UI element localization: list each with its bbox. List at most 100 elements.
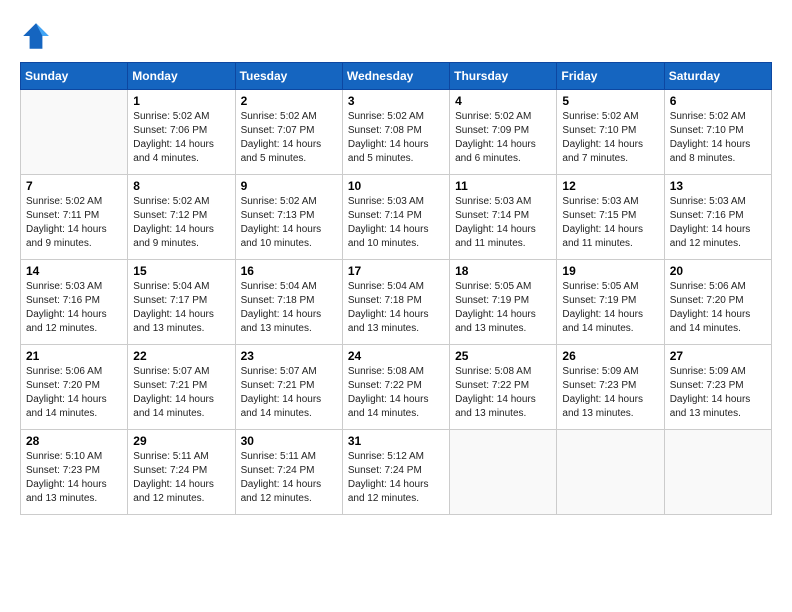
- calendar-cell: 7 Sunrise: 5:02 AM Sunset: 7:11 PM Dayli…: [21, 175, 128, 260]
- day-number: 15: [133, 264, 229, 278]
- sunset: Sunset: 7:10 PM: [562, 125, 636, 136]
- sunset: Sunset: 7:24 PM: [133, 465, 207, 476]
- daylight: Daylight: 14 hours and 5 minutes.: [348, 139, 429, 164]
- sunrise: Sunrise: 5:09 AM: [562, 366, 638, 377]
- sunset: Sunset: 7:06 PM: [133, 125, 207, 136]
- day-info: Sunrise: 5:02 AM Sunset: 7:10 PM Dayligh…: [562, 110, 658, 166]
- sunset: Sunset: 7:23 PM: [562, 380, 636, 391]
- calendar-cell: 14 Sunrise: 5:03 AM Sunset: 7:16 PM Dayl…: [21, 260, 128, 345]
- day-number: 7: [26, 179, 122, 193]
- sunrise: Sunrise: 5:11 AM: [133, 451, 208, 462]
- daylight: Daylight: 14 hours and 13 minutes.: [455, 309, 536, 334]
- sunrise: Sunrise: 5:03 AM: [670, 196, 746, 207]
- sunrise: Sunrise: 5:05 AM: [455, 281, 531, 292]
- calendar-cell: 22 Sunrise: 5:07 AM Sunset: 7:21 PM Dayl…: [128, 345, 235, 430]
- logo: [20, 20, 56, 52]
- daylight: Daylight: 14 hours and 14 minutes.: [241, 394, 322, 419]
- calendar-cell: 20 Sunrise: 5:06 AM Sunset: 7:20 PM Dayl…: [664, 260, 771, 345]
- day-info: Sunrise: 5:03 AM Sunset: 7:15 PM Dayligh…: [562, 195, 658, 251]
- sunset: Sunset: 7:19 PM: [562, 295, 636, 306]
- sunrise: Sunrise: 5:07 AM: [241, 366, 317, 377]
- sunrise: Sunrise: 5:04 AM: [348, 281, 424, 292]
- day-number: 11: [455, 179, 551, 193]
- sunset: Sunset: 7:07 PM: [241, 125, 315, 136]
- day-number: 22: [133, 349, 229, 363]
- daylight: Daylight: 14 hours and 13 minutes.: [348, 309, 429, 334]
- day-info: Sunrise: 5:03 AM Sunset: 7:14 PM Dayligh…: [455, 195, 551, 251]
- calendar-cell: 11 Sunrise: 5:03 AM Sunset: 7:14 PM Dayl…: [450, 175, 557, 260]
- calendar-cell: 29 Sunrise: 5:11 AM Sunset: 7:24 PM Dayl…: [128, 430, 235, 515]
- sunset: Sunset: 7:19 PM: [455, 295, 529, 306]
- sunrise: Sunrise: 5:04 AM: [133, 281, 209, 292]
- sunset: Sunset: 7:20 PM: [26, 380, 100, 391]
- calendar-cell: 17 Sunrise: 5:04 AM Sunset: 7:18 PM Dayl…: [342, 260, 449, 345]
- day-number: 31: [348, 434, 444, 448]
- sunset: Sunset: 7:17 PM: [133, 295, 207, 306]
- calendar-cell: 30 Sunrise: 5:11 AM Sunset: 7:24 PM Dayl…: [235, 430, 342, 515]
- sunrise: Sunrise: 5:02 AM: [133, 111, 209, 122]
- calendar-cell: [557, 430, 664, 515]
- day-info: Sunrise: 5:02 AM Sunset: 7:07 PM Dayligh…: [241, 110, 337, 166]
- logo-icon: [20, 20, 52, 52]
- day-number: 30: [241, 434, 337, 448]
- calendar-cell: 10 Sunrise: 5:03 AM Sunset: 7:14 PM Dayl…: [342, 175, 449, 260]
- day-info: Sunrise: 5:04 AM Sunset: 7:17 PM Dayligh…: [133, 280, 229, 336]
- sunset: Sunset: 7:21 PM: [241, 380, 315, 391]
- calendar-cell: 19 Sunrise: 5:05 AM Sunset: 7:19 PM Dayl…: [557, 260, 664, 345]
- day-number: 10: [348, 179, 444, 193]
- day-number: 16: [241, 264, 337, 278]
- calendar-cell: 31 Sunrise: 5:12 AM Sunset: 7:24 PM Dayl…: [342, 430, 449, 515]
- calendar-cell: 8 Sunrise: 5:02 AM Sunset: 7:12 PM Dayli…: [128, 175, 235, 260]
- calendar-cell: 13 Sunrise: 5:03 AM Sunset: 7:16 PM Dayl…: [664, 175, 771, 260]
- sunset: Sunset: 7:13 PM: [241, 210, 315, 221]
- daylight: Daylight: 14 hours and 9 minutes.: [26, 224, 107, 249]
- header-day-friday: Friday: [557, 63, 664, 90]
- calendar-cell: 4 Sunrise: 5:02 AM Sunset: 7:09 PM Dayli…: [450, 90, 557, 175]
- calendar-cell: 16 Sunrise: 5:04 AM Sunset: 7:18 PM Dayl…: [235, 260, 342, 345]
- calendar-header-row: SundayMondayTuesdayWednesdayThursdayFrid…: [21, 63, 772, 90]
- day-info: Sunrise: 5:03 AM Sunset: 7:16 PM Dayligh…: [670, 195, 766, 251]
- day-number: 20: [670, 264, 766, 278]
- day-number: 4: [455, 94, 551, 108]
- day-info: Sunrise: 5:09 AM Sunset: 7:23 PM Dayligh…: [562, 365, 658, 421]
- day-number: 3: [348, 94, 444, 108]
- calendar-cell: 15 Sunrise: 5:04 AM Sunset: 7:17 PM Dayl…: [128, 260, 235, 345]
- sunset: Sunset: 7:23 PM: [26, 465, 100, 476]
- sunset: Sunset: 7:18 PM: [241, 295, 315, 306]
- day-info: Sunrise: 5:08 AM Sunset: 7:22 PM Dayligh…: [455, 365, 551, 421]
- calendar-table: SundayMondayTuesdayWednesdayThursdayFrid…: [20, 62, 772, 515]
- sunrise: Sunrise: 5:04 AM: [241, 281, 317, 292]
- day-number: 6: [670, 94, 766, 108]
- daylight: Daylight: 14 hours and 14 minutes.: [562, 309, 643, 334]
- sunset: Sunset: 7:21 PM: [133, 380, 207, 391]
- calendar-cell: 1 Sunrise: 5:02 AM Sunset: 7:06 PM Dayli…: [128, 90, 235, 175]
- day-number: 13: [670, 179, 766, 193]
- sunset: Sunset: 7:12 PM: [133, 210, 207, 221]
- daylight: Daylight: 14 hours and 13 minutes.: [133, 309, 214, 334]
- day-info: Sunrise: 5:02 AM Sunset: 7:12 PM Dayligh…: [133, 195, 229, 251]
- header-day-saturday: Saturday: [664, 63, 771, 90]
- day-number: 21: [26, 349, 122, 363]
- calendar-cell: 2 Sunrise: 5:02 AM Sunset: 7:07 PM Dayli…: [235, 90, 342, 175]
- calendar-week-2: 7 Sunrise: 5:02 AM Sunset: 7:11 PM Dayli…: [21, 175, 772, 260]
- daylight: Daylight: 14 hours and 11 minutes.: [455, 224, 536, 249]
- sunrise: Sunrise: 5:06 AM: [670, 281, 746, 292]
- sunset: Sunset: 7:18 PM: [348, 295, 422, 306]
- day-info: Sunrise: 5:07 AM Sunset: 7:21 PM Dayligh…: [133, 365, 229, 421]
- daylight: Daylight: 14 hours and 11 minutes.: [562, 224, 643, 249]
- sunset: Sunset: 7:20 PM: [670, 295, 744, 306]
- day-info: Sunrise: 5:03 AM Sunset: 7:14 PM Dayligh…: [348, 195, 444, 251]
- calendar-cell: 6 Sunrise: 5:02 AM Sunset: 7:10 PM Dayli…: [664, 90, 771, 175]
- sunrise: Sunrise: 5:02 AM: [133, 196, 209, 207]
- daylight: Daylight: 14 hours and 13 minutes.: [670, 394, 751, 419]
- day-info: Sunrise: 5:02 AM Sunset: 7:09 PM Dayligh…: [455, 110, 551, 166]
- day-info: Sunrise: 5:02 AM Sunset: 7:08 PM Dayligh…: [348, 110, 444, 166]
- day-info: Sunrise: 5:02 AM Sunset: 7:13 PM Dayligh…: [241, 195, 337, 251]
- day-info: Sunrise: 5:09 AM Sunset: 7:23 PM Dayligh…: [670, 365, 766, 421]
- day-number: 8: [133, 179, 229, 193]
- day-info: Sunrise: 5:02 AM Sunset: 7:06 PM Dayligh…: [133, 110, 229, 166]
- header-day-sunday: Sunday: [21, 63, 128, 90]
- daylight: Daylight: 14 hours and 5 minutes.: [241, 139, 322, 164]
- sunrise: Sunrise: 5:02 AM: [241, 196, 317, 207]
- daylight: Daylight: 14 hours and 9 minutes.: [133, 224, 214, 249]
